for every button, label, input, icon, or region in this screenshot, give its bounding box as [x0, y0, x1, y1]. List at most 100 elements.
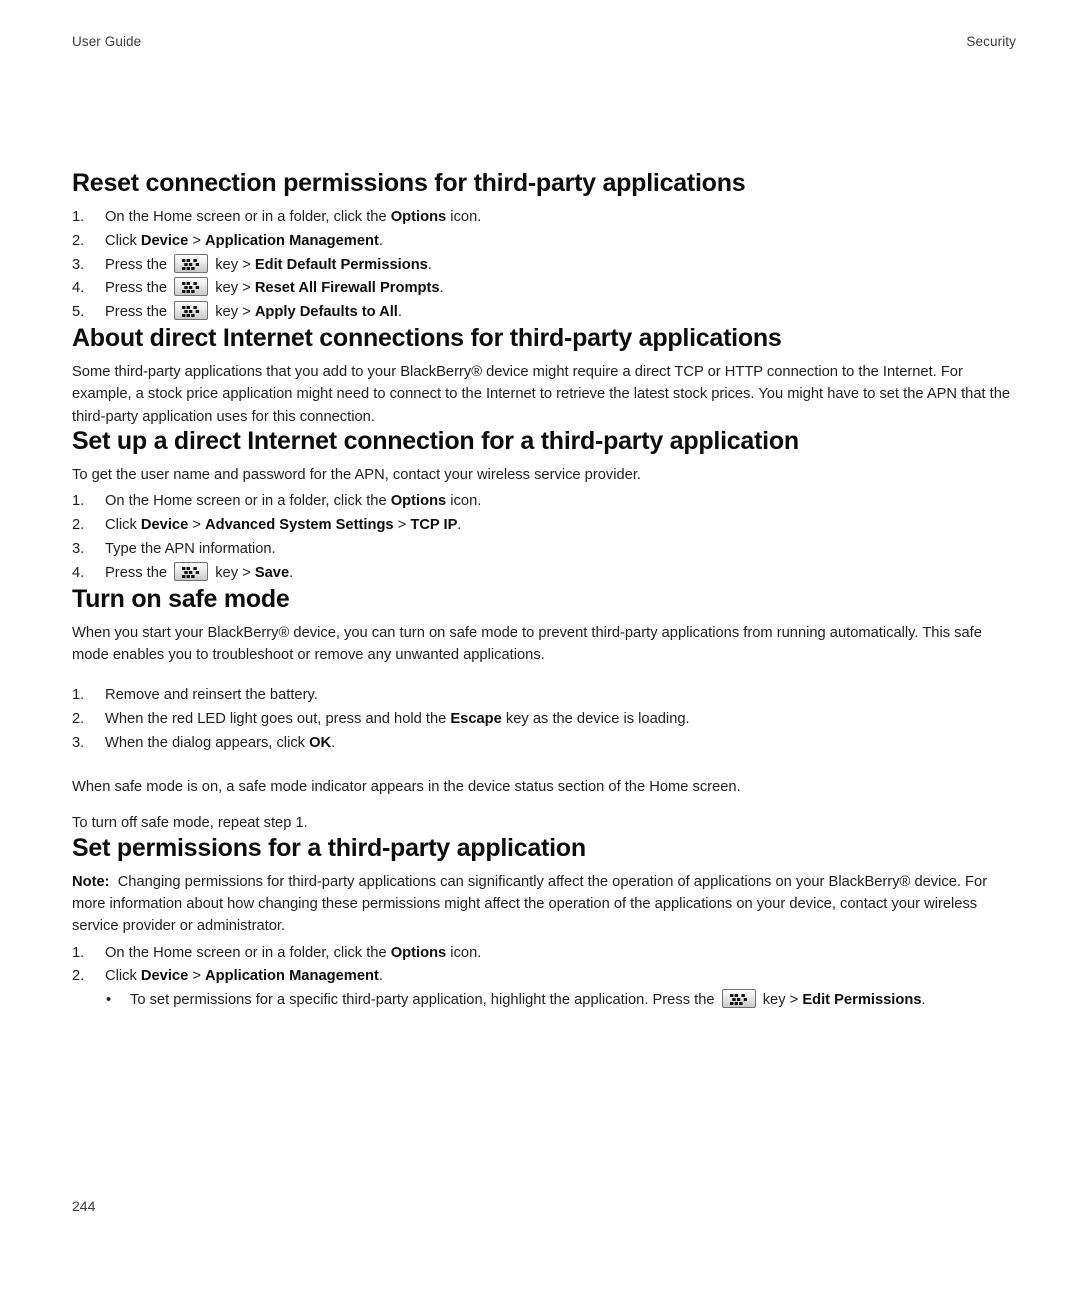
section-heading: Set permissions for a third-party applic… [72, 833, 586, 862]
section-paragraph: Some third-party applications that you a… [72, 364, 1011, 425]
step-text: icon. [446, 493, 482, 510]
bullet-marker: • [106, 992, 112, 1009]
emphasis-text: Edit Default Permissions [254, 256, 428, 273]
step-text: . [378, 968, 383, 985]
list-item: 1. Remove and reinsert the battery. [72, 684, 1018, 708]
step-number: 3. [72, 541, 85, 558]
section-set-up-direct-internet-connection: Set up a direct Internet connection for … [72, 428, 1018, 586]
step-text: Click [105, 968, 141, 985]
step-text: key > [211, 304, 255, 321]
step-number: 5. [72, 304, 85, 321]
section-turn-on-safe-mode: Turn on safe mode When you start your Bla… [72, 584, 1018, 835]
section-heading: Set up a direct Internet connection for … [72, 427, 799, 456]
list-item: 2. Click Device > Application Management. [72, 965, 1018, 989]
emphasis-text: Application Management [205, 968, 379, 985]
section-followup-paragraph: To turn off safe mode, repeat step 1. [72, 815, 308, 832]
step-list-turn-on-safe-mode: 1. Remove and reinsert the battery. 2. When… [72, 684, 1018, 755]
step-text: . [921, 992, 926, 1009]
step-text: Press the [105, 304, 172, 321]
step-text: Click [105, 517, 141, 534]
section-heading: Reset connection permissions for third-p… [72, 169, 746, 197]
list-item: 4. Press the key > Reset All Firewall Pro… [72, 277, 1018, 301]
emphasis-text: Options [390, 493, 447, 510]
step-text: key > [211, 256, 255, 273]
section-heading: About direct Internet connections for th… [72, 324, 782, 353]
step-number: 2. [72, 711, 85, 728]
step-text: Remove and reinsert the battery. [105, 687, 318, 704]
blackberry-menu-key-icon [174, 253, 209, 273]
step-number: 1. [72, 944, 85, 961]
blackberry-menu-key-icon [174, 561, 209, 581]
step-number: 2. [72, 968, 85, 985]
step-number: 1. [72, 209, 85, 225]
document-page: User Guide Security Reset connection per… [0, 0, 1080, 1296]
step-number: 2. [72, 232, 85, 249]
emphasis-text: Application Management [205, 232, 379, 249]
step-number: 2. [72, 517, 85, 534]
running-head-left: User Guide [72, 34, 142, 49]
section-intro: To get the user name and password for th… [72, 467, 642, 484]
list-item: 3. Type the APN information. [72, 538, 1018, 562]
step-text: . [289, 564, 294, 581]
section-heading: Turn on safe mode [72, 584, 290, 613]
step-number: 1. [72, 493, 85, 510]
step-text: . [331, 735, 336, 751]
step-text: Click [105, 232, 141, 249]
step-number: 3. [72, 256, 85, 273]
emphasis-text: Device [140, 517, 189, 534]
bullet-text: To set permissions for a specific third-… [130, 992, 719, 1009]
emphasis-text: Device [140, 232, 189, 249]
step-text: > [188, 517, 206, 534]
step-text: > [393, 517, 411, 534]
step-text: > [188, 968, 206, 985]
section-about-direct-internet-connections: About direct Internet connections for th… [72, 325, 1018, 428]
page-number: 244 [72, 1198, 96, 1214]
step-text: Press the [105, 256, 172, 273]
step-text: > [188, 232, 206, 249]
list-item: 5. Press the key > Apply Defaults to All. [72, 301, 1018, 325]
note-paragraph: Note: Changing permissions for third-par… [72, 873, 988, 935]
step-text: When the red LED light goes out, press a… [105, 711, 451, 728]
step-text: . [439, 280, 444, 297]
emphasis-text: Options [390, 944, 447, 961]
emphasis-text: OK [309, 735, 332, 751]
emphasis-text: Edit Permissions [802, 992, 922, 1009]
emphasis-text: Device [140, 968, 189, 985]
section-set-permissions-third-party: Set permissions for a third-party applic… [72, 833, 1018, 1013]
step-text: Press the [105, 564, 172, 581]
page-content: Reset connection permissions for third-p… [72, 170, 1018, 1013]
list-item: 4. Press the key > Save. [72, 561, 1018, 586]
list-item: 1. On the Home screen or in a folder, cli… [72, 490, 1018, 514]
list-item: 2. When the red LED light goes out, press… [72, 708, 1018, 732]
step-text: icon. [446, 209, 482, 225]
step-number: 4. [72, 280, 85, 297]
step-text: . [427, 256, 432, 273]
list-item: 1. On the Home screen or in a folder, cli… [72, 942, 1018, 966]
blackberry-menu-key-icon [174, 277, 209, 297]
step-text: When the dialog appears, click [105, 735, 310, 751]
step-text: On the Home screen or in a folder, click… [105, 944, 391, 961]
bullet-list-set-permissions-third-party: • To set permissions for a specific third… [72, 989, 1018, 1013]
emphasis-text: Save [254, 564, 290, 581]
step-text: Press the [105, 280, 172, 297]
emphasis-text: Reset All Firewall Prompts [254, 280, 440, 297]
step-number: 4. [72, 564, 85, 581]
step-text: icon. [446, 944, 482, 961]
section-paragraph: When you start your BlackBerry® device, … [72, 624, 982, 664]
step-list-set-permissions-third-party: 1. On the Home screen or in a folder, cli… [72, 942, 1018, 990]
step-text: key > [758, 992, 803, 1009]
step-text: Type the APN information. [105, 541, 276, 558]
emphasis-text: Advanced System Settings [205, 517, 394, 534]
step-number: 1. [72, 687, 85, 704]
step-text: On the Home screen or in a folder, click… [105, 209, 391, 225]
emphasis-text: TCP IP [410, 517, 458, 534]
step-text: key > [211, 280, 255, 297]
step-list-set-up-direct-internet-connection: 1. On the Home screen or in a folder, cli… [72, 490, 1018, 585]
step-list-reset-connection-permissions: 1. On the Home screen or in a folder, cli… [72, 206, 1018, 325]
section-followup-paragraph: When safe mode is on, a safe mode indica… [72, 778, 741, 795]
emphasis-text: Escape [450, 711, 502, 728]
list-item: 3. Press the key > Edit Default Permissio… [72, 253, 1018, 278]
step-text: key as the device is loading. [501, 711, 690, 728]
step-text: . [378, 232, 383, 249]
list-item: 3. When the dialog appears, click OK. [72, 732, 1018, 756]
